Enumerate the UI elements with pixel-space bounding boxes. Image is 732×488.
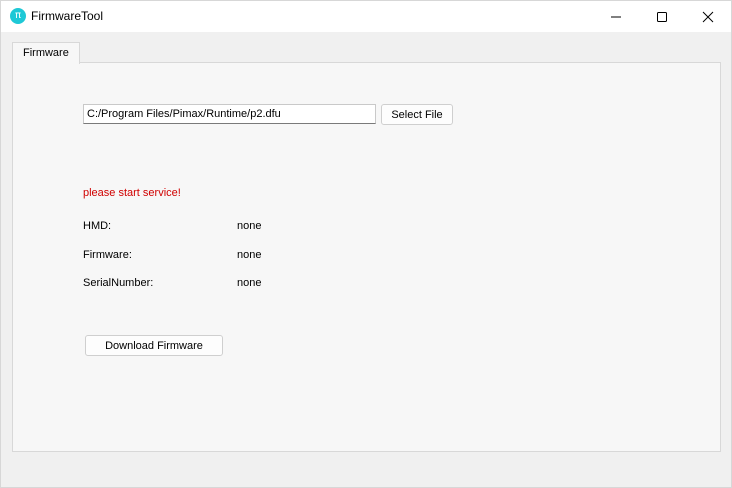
tab-firmware-label: Firmware bbox=[23, 47, 69, 59]
status-message: please start service! bbox=[83, 187, 181, 199]
maximize-icon bbox=[657, 12, 667, 22]
serial-number-label: SerialNumber: bbox=[83, 277, 154, 289]
close-button[interactable] bbox=[685, 1, 731, 32]
title-bar: π FirmwareTool bbox=[1, 1, 731, 32]
hmd-label: HMD: bbox=[83, 220, 112, 232]
file-path-input[interactable] bbox=[83, 104, 376, 124]
window-title: FirmwareTool bbox=[31, 9, 104, 23]
minimize-icon bbox=[611, 16, 621, 18]
close-icon bbox=[702, 11, 714, 23]
download-firmware-button[interactable]: Download Firmware bbox=[85, 335, 223, 356]
maximize-button[interactable] bbox=[639, 1, 685, 32]
firmware-label: Firmware: bbox=[83, 249, 132, 261]
firmware-value: none bbox=[237, 249, 262, 261]
minimize-button[interactable] bbox=[593, 1, 639, 32]
select-file-button[interactable]: Select File bbox=[381, 104, 453, 125]
tab-firmware[interactable]: Firmware bbox=[12, 42, 80, 64]
firmware-tool-window: π FirmwareTool Firmware Select File plea… bbox=[0, 0, 732, 488]
serial-number-value: none bbox=[237, 277, 262, 289]
app-icon: π bbox=[10, 8, 26, 24]
hmd-value: none bbox=[237, 220, 262, 232]
